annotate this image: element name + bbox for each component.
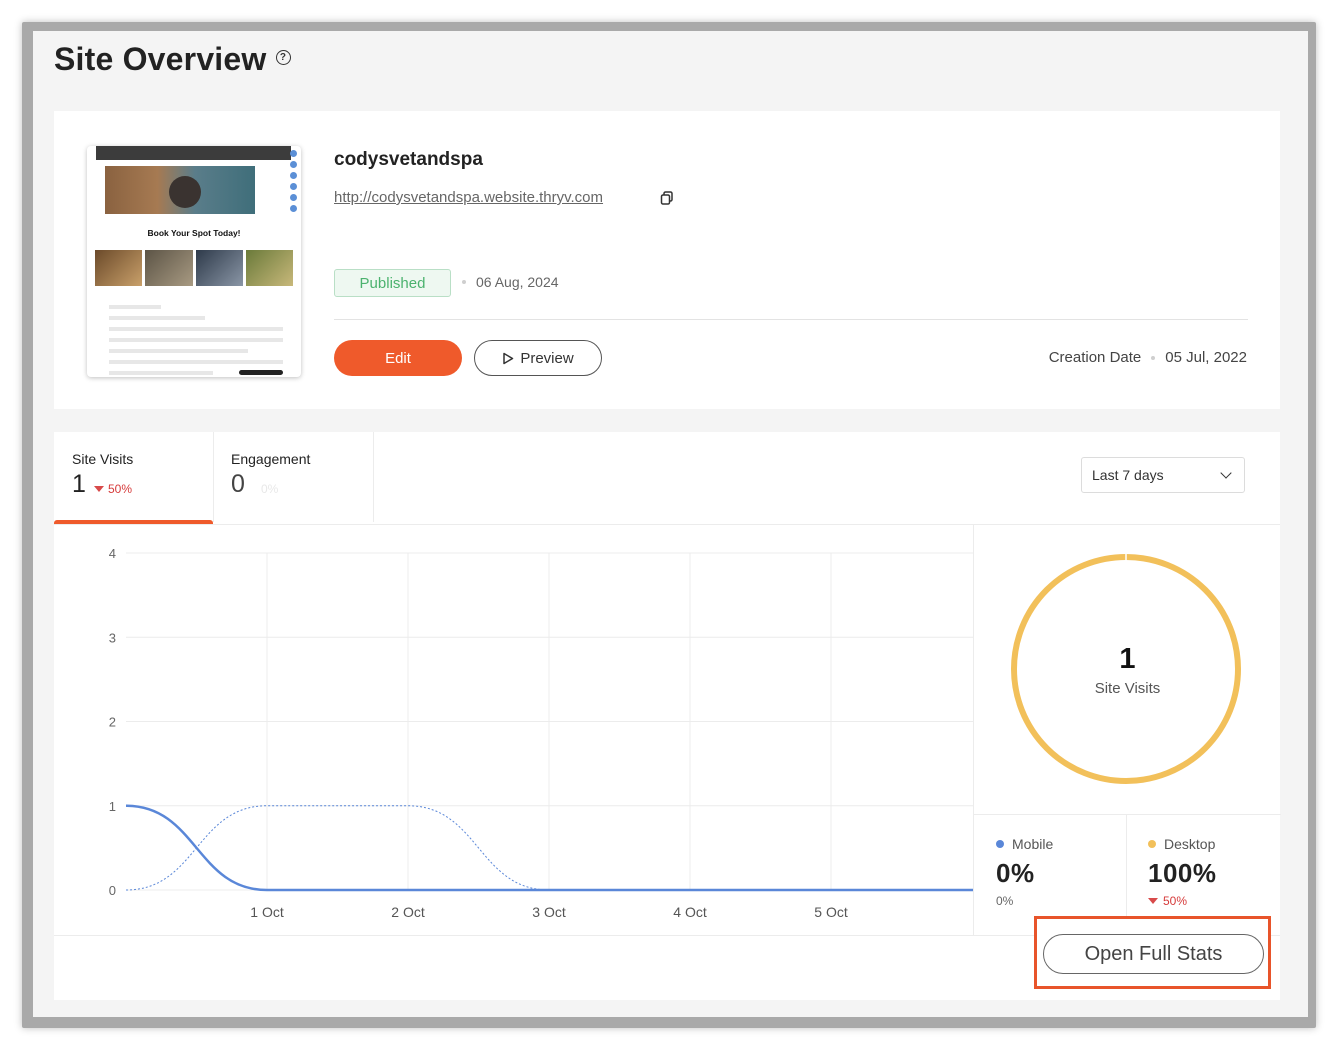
legend-mobile-dot [996, 840, 1004, 848]
date-range-value: Last 7 days [1092, 467, 1164, 483]
dot-separator [1151, 355, 1156, 360]
site-overview-page: Site Overview ? Book Your Spot Today! co… [33, 31, 1308, 1017]
y-tick-label: 0 [109, 883, 116, 898]
creation-date-label: Creation Date [1048, 349, 1142, 366]
y-tick-label: 1 [109, 799, 116, 814]
tab-site-visits-change-text: 50% [108, 482, 133, 496]
status-badge: Published [334, 269, 451, 297]
page-title: Site Overview ? [54, 41, 291, 78]
visits-line-chart: 0 1 2 3 4 1 Oct 2 Oct 3 Oct 4 Oct 5 Oct [54, 525, 973, 935]
tab-site-visits[interactable]: Site Visits 1 50% [54, 432, 214, 525]
tab-site-visits-change: 50% [94, 482, 132, 496]
thumbnail-hero-image [105, 166, 255, 214]
copy-icon[interactable] [660, 191, 674, 205]
play-icon [503, 352, 514, 364]
legend-desktop-label: Desktop [1164, 836, 1216, 852]
thumbnail-pet-gallery [95, 250, 293, 286]
thumbnail-side-dots [290, 150, 298, 216]
legend-mobile-name: Mobile [996, 836, 1053, 852]
donut-value: 1 [1119, 643, 1136, 675]
series-line-dotted [125, 805, 550, 891]
legend-desktop-change-text: 50% [1163, 894, 1188, 908]
legend-desktop-change: 50% [1148, 894, 1187, 908]
creation-date: Creation Date 05 Jul, 2022 [1049, 349, 1247, 366]
y-tick-label: 4 [109, 546, 116, 561]
x-tick-label: 1 Oct [250, 904, 284, 920]
date-range-select[interactable]: Last 7 days [1081, 457, 1245, 493]
legend-desktop-dot [1148, 840, 1156, 848]
chevron-down-icon [1220, 467, 1232, 479]
summary-divider [334, 319, 1248, 320]
legend-mobile-change-text: 0% [996, 894, 1014, 908]
preview-label: Preview [520, 349, 574, 367]
y-tick-label: 3 [109, 630, 116, 645]
trend-down-icon [94, 486, 104, 492]
legend-mobile-change: 0% [996, 894, 1013, 908]
legend-mobile-label: Mobile [1012, 836, 1054, 852]
donut-label: Site Visits [1094, 680, 1161, 697]
x-tick-label: 3 Oct [532, 904, 566, 920]
dot-separator [462, 280, 466, 284]
device-breakdown-panel: 1 Site Visits Mobile 0% 0% Desktop 100% [973, 525, 1281, 935]
tab-engagement-label: Engagement [231, 451, 311, 467]
page-title-text: Site Overview [54, 41, 267, 77]
x-tick-label: 2 Oct [391, 904, 425, 920]
legend-desktop-name: Desktop [1148, 836, 1215, 852]
tab-engagement-change: 0% [261, 482, 279, 496]
thumbnail-nav-bar [96, 146, 291, 160]
x-tick-label: 5 Oct [814, 904, 848, 920]
tab-site-visits-label: Site Visits [72, 451, 134, 467]
open-full-stats-button[interactable]: Open Full Stats [1043, 934, 1264, 974]
site-thumbnail[interactable]: Book Your Spot Today! [87, 146, 301, 377]
tab-engagement[interactable]: Engagement 0 0% [213, 432, 374, 522]
site-summary-card: Book Your Spot Today! codysvetandspa htt… [54, 111, 1280, 409]
thumbnail-hero-circle [169, 176, 201, 208]
line-chart-svg: 0 1 2 3 4 1 Oct 2 Oct 3 Oct 4 Oct 5 Oct [109, 546, 973, 920]
edit-button[interactable]: Edit [334, 340, 462, 376]
preview-button[interactable]: Preview [474, 340, 602, 376]
tab-engagement-value: 0 [231, 470, 245, 498]
thumbnail-headline: Book Your Spot Today! [147, 228, 241, 238]
creation-date-value: 05 Jul, 2022 [1165, 349, 1247, 366]
y-tick-label: 2 [109, 715, 116, 730]
published-date-text: 06 Aug, 2024 [476, 274, 559, 290]
site-url-link[interactable]: http://codysvetandspa.website.thryv.com [334, 189, 603, 206]
site-name: codysvetandspa [334, 149, 483, 170]
x-tick-label: 4 Oct [673, 904, 707, 920]
stats-card: Site Visits 1 50% Engagement 0 0% Last 7… [54, 432, 1281, 1000]
trend-down-icon [1148, 898, 1158, 904]
thumbnail-form [109, 298, 283, 377]
legend-mobile-percent: 0% [996, 858, 1035, 888]
help-circle-icon[interactable]: ? [275, 50, 291, 65]
tab-site-visits-value: 1 [72, 470, 86, 498]
published-date: 06 Aug, 2024 [462, 274, 559, 290]
legend-desktop-percent: 100% [1148, 858, 1217, 888]
